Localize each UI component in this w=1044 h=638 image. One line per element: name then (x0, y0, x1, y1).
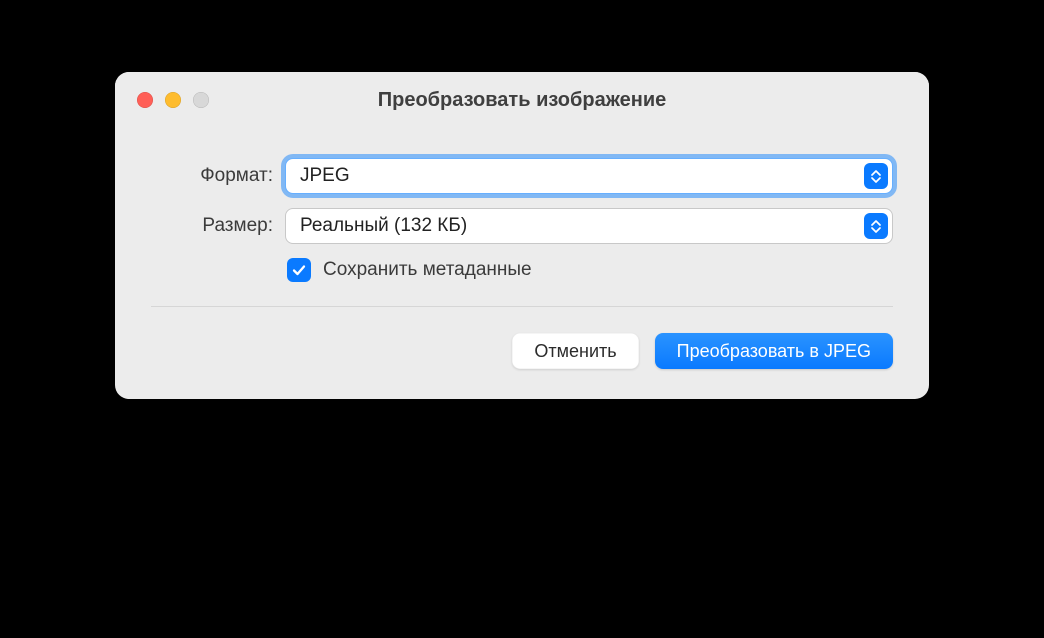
close-window-button[interactable] (137, 92, 153, 108)
convert-button-label: Преобразовать в JPEG (677, 341, 871, 362)
dialog-content: Формат: JPEG Размер: Реальный (132 КБ) (115, 128, 929, 282)
cancel-button[interactable]: Отменить (512, 333, 638, 369)
format-select-value: JPEG (300, 165, 350, 187)
preserve-metadata-row: Сохранить метаданные (285, 258, 893, 282)
minimize-window-button[interactable] (165, 92, 181, 108)
format-select-wrap: JPEG (285, 158, 893, 194)
cancel-button-label: Отменить (534, 341, 616, 362)
maximize-window-button-disabled (193, 92, 209, 108)
size-select-value: Реальный (132 КБ) (300, 215, 467, 237)
preserve-metadata-checkbox[interactable] (287, 258, 311, 282)
dialog-window: Преобразовать изображение Формат: JPEG Р… (115, 72, 929, 399)
size-select[interactable]: Реальный (132 КБ) (285, 208, 893, 244)
size-select-wrap: Реальный (132 КБ) (285, 208, 893, 244)
dialog-footer: Отменить Преобразовать в JPEG (115, 307, 929, 399)
size-label: Размер: (151, 215, 285, 237)
traffic-lights (115, 92, 209, 108)
format-select[interactable]: JPEG (285, 158, 893, 194)
window-title: Преобразовать изображение (115, 89, 929, 112)
format-label: Формат: (151, 165, 285, 187)
updown-chevron-icon (864, 213, 888, 239)
titlebar: Преобразовать изображение (115, 72, 929, 128)
size-row: Размер: Реальный (132 КБ) (151, 208, 893, 244)
updown-chevron-icon (864, 163, 888, 189)
checkmark-icon (291, 262, 307, 278)
preserve-metadata-label: Сохранить метаданные (323, 259, 532, 281)
convert-button[interactable]: Преобразовать в JPEG (655, 333, 893, 369)
format-row: Формат: JPEG (151, 158, 893, 194)
